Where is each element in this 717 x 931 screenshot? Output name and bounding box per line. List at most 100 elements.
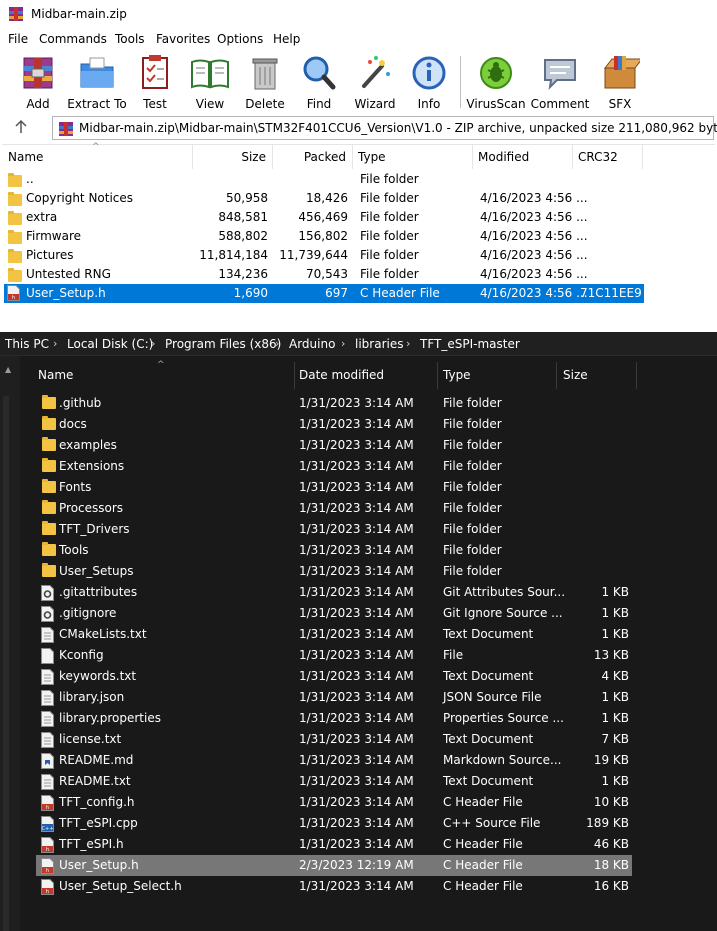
trash-can-icon [252,58,278,90]
archive-row[interactable]: Untested RNG 134,236 70,543 File folder 4/16… [4,265,644,284]
sort-up-icon: ^ [157,360,165,370]
column-header-type[interactable]: Type [437,362,556,392]
scrollbar-thumb[interactable] [3,396,9,931]
file-row[interactable]: Processors 1/31/2023 3:14 AM File folder [36,498,632,519]
menu-favorites[interactable]: Favorites [156,32,210,46]
file-row[interactable]: User_Setups 1/31/2023 3:14 AM File folder [36,561,632,582]
column-header-name[interactable]: Name ^ [36,360,294,392]
breadcrumb-program-files[interactable]: Program Files (x86) [165,337,281,351]
file-row[interactable]: CMakeLists.txt 1/31/2023 3:14 AM Text Docu… [36,624,632,645]
file-row[interactable]: TFT_Drivers 1/31/2023 3:14 AM File folder [36,519,632,540]
file-date-modified: 1/31/2023 3:14 AM [299,585,414,599]
file-name: library.properties [59,711,161,725]
archive-row[interactable]: Pictures 11,814,184 11,739,644 File folder 4… [4,246,644,265]
column-header-name[interactable]: Name ^ [2,142,192,169]
file-name: README.md [59,753,134,767]
file-date-modified: 1/31/2023 3:14 AM [299,753,414,767]
file-date-modified: 1/31/2023 3:14 AM [299,501,414,515]
archive-row[interactable]: Firmware 588,802 156,802 File folder 4/16/20… [4,227,644,246]
file-row[interactable]: license.txt 1/31/2023 3:14 AM Text Documen… [36,729,632,750]
file-row[interactable]: library.properties 1/31/2023 3:14 AM Prope… [36,708,632,729]
column-header-size[interactable]: Size [556,362,636,392]
gear-file-icon [41,585,54,601]
file-row[interactable]: C++ TFT_eSPI.cpp 1/31/2023 3:14 AM C++ Sour… [36,813,632,834]
column-header-date-modified[interactable]: Date modified [294,362,437,392]
file-row[interactable]: .github 1/31/2023 3:14 AM File folder [36,393,632,414]
archive-row[interactable]: h User_Setup.h 1,690 697 C Header File 4/16/2… [4,284,644,303]
breadcrumb-arduino[interactable]: Arduino [289,337,335,351]
breadcrumb-tft-espi-master[interactable]: TFT_eSPI-master [420,337,520,351]
file-row[interactable]: docs 1/31/2023 3:14 AM File folder [36,414,632,435]
file-name: Untested RNG [26,267,111,281]
sfx-button[interactable]: SFX [590,54,650,112]
info-button[interactable]: Info [399,54,459,112]
file-name: Fonts [59,480,92,494]
file-row[interactable]: Extensions 1/31/2023 3:14 AM File folder [36,456,632,477]
file-size: 848,581 [218,210,268,224]
file-name: User_Setups [59,564,134,578]
file-name: .. [26,172,34,186]
file-row[interactable]: h TFT_eSPI.h 1/31/2023 3:14 AM C Header Fil… [36,834,632,855]
file-row[interactable]: keywords.txt 1/31/2023 3:14 AM Text Docume… [36,666,632,687]
file-packed: 18,426 [306,191,348,205]
menu-tools[interactable]: Tools [115,32,145,46]
file-date-modified: 2/3/2023 12:19 AM [299,858,414,872]
column-header-modified[interactable]: Modified [472,145,572,169]
file-modified: 4/16/2023 4:56 ... [480,267,588,281]
menu-help[interactable]: Help [273,32,300,46]
file-row[interactable]: .gitattributes 1/31/2023 3:14 AM Git Attri… [36,582,632,603]
text-file-icon [41,774,54,790]
file-row[interactable]: h User_Setup.h 2/3/2023 12:19 AM C Header F… [36,855,632,876]
scroll-up-arrow-icon[interactable]: ▲ [5,365,11,374]
file-name: TFT_eSPI.h [59,837,124,851]
winrar-window: Midbar-main.zip File Commands Tools Favo… [0,0,717,332]
breadcrumb-this-pc[interactable]: This PC [5,337,49,351]
up-arrow-icon[interactable] [14,119,28,138]
file-modified: 4/16/2023 4:56 ... [480,191,588,205]
folder-icon [42,542,56,556]
title-bar: Midbar-main.zip [0,0,717,30]
file-row[interactable]: library.json 1/31/2023 3:14 AM JSON Source… [36,687,632,708]
file-type: File folder [443,564,502,578]
menu-options[interactable]: Options [217,32,263,46]
menu-file[interactable]: File [8,32,28,46]
archive-row[interactable]: .. File folder [4,170,644,189]
file-row[interactable]: Fonts 1/31/2023 3:14 AM File folder [36,477,632,498]
column-header-packed[interactable]: Packed [272,145,352,169]
breadcrumb-local-disk[interactable]: Local Disk (C:) [67,337,153,351]
file-name: User_Setup.h [26,286,106,300]
folder-icon [42,563,56,577]
folder-icon [42,416,56,430]
file-name: docs [59,417,87,431]
file-modified: 4/16/2023 4:56 ... [480,210,588,224]
file-row[interactable]: Kconfig 1/31/2023 3:14 AM File 13 KB [36,645,632,666]
file-row[interactable]: .gitignore 1/31/2023 3:14 AM Git Ignore So… [36,603,632,624]
file-row[interactable]: examples 1/31/2023 3:14 AM File folder [36,435,632,456]
breadcrumb-libraries[interactable]: libraries [355,337,403,351]
navigation-pane-scrollbar[interactable]: ▲ [0,356,20,931]
file-name: license.txt [59,732,122,746]
file-date-modified: 1/31/2023 3:14 AM [299,690,414,704]
column-header-type[interactable]: Type [352,145,472,169]
column-header-crc32[interactable]: CRC32 [572,145,642,169]
column-header-size[interactable]: Size [192,145,272,169]
file-row[interactable]: Tools 1/31/2023 3:14 AM File folder [36,540,632,561]
file-type: File folder [360,191,419,205]
file-row[interactable]: README.md 1/31/2023 3:14 AM Markdown Sourc… [36,750,632,771]
folder-icon [8,211,22,225]
file-name: Pictures [26,248,74,262]
archive-row[interactable]: extra 848,581 456,469 File folder 4/16/2023 … [4,208,644,227]
virusscan-button[interactable]: VirusScan [466,54,526,112]
explorer-window: This PC › Local Disk (C:) › Program File… [0,332,717,931]
path-field[interactable]: Midbar-main.zip\Midbar-main\STM32F401CCU… [52,116,717,140]
file-row[interactable]: h User_Setup_Select.h 1/31/2023 3:14 AM C H… [36,876,632,897]
archive-row[interactable]: Copyright Notices 50,958 18,426 File folder… [4,189,644,208]
menu-commands[interactable]: Commands [39,32,107,46]
file-row[interactable]: README.txt 1/31/2023 3:14 AM Text Document… [36,771,632,792]
file-row[interactable]: h TFT_config.h 1/31/2023 3:14 AM C Header F… [36,792,632,813]
folder-icon [8,268,22,282]
file-type: File folder [443,522,502,536]
chevron-right-icon: › [151,337,156,350]
menu-bar: File Commands Tools Favorites Options He… [0,30,717,50]
file-name: Kconfig [59,648,104,662]
